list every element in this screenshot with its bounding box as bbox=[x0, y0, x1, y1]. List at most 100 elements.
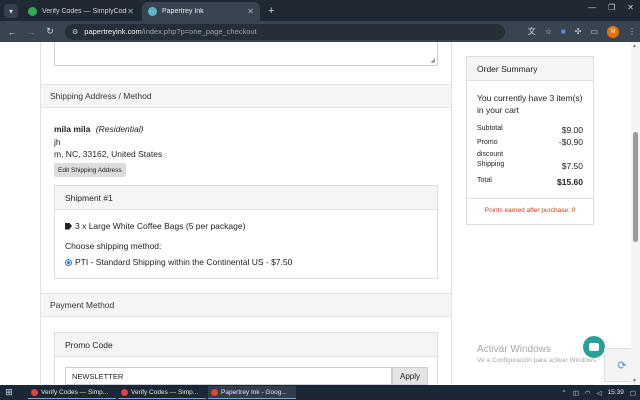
shipping-section-header: Shipping Address / Method bbox=[41, 84, 451, 108]
shipping-method-radio[interactable] bbox=[65, 258, 72, 266]
system-tray: ⌃ ◫ ◠ ◁ 15:39 ▢ bbox=[561, 389, 640, 397]
tab-label: Verify Codes — SimplyCodes bbox=[42, 8, 128, 15]
comments-textarea[interactable]: ◢ bbox=[54, 42, 438, 66]
notifications-icon[interactable]: ▢ bbox=[630, 389, 636, 397]
summary-title: Order Summary bbox=[477, 63, 538, 74]
chrome-icon bbox=[121, 388, 128, 396]
address-line-1: jh bbox=[54, 137, 61, 147]
chat-button[interactable] bbox=[583, 336, 605, 358]
promo-header: Promo Code bbox=[55, 333, 437, 357]
network-icon[interactable]: ◫ bbox=[573, 389, 579, 397]
taskbar-item[interactable]: Verify Codes — Simp... bbox=[28, 386, 116, 399]
order-summary-header: Order Summary bbox=[467, 57, 593, 81]
shipping-method-label: PTI - Standard Shipping within the Conti… bbox=[75, 257, 293, 267]
summary-divider bbox=[467, 198, 593, 199]
promo-code-box: Promo Code Apply bbox=[54, 332, 438, 385]
chrome-icon bbox=[211, 388, 218, 396]
url-path: /index.php?p=one_page_checkout bbox=[141, 27, 257, 36]
summary-value: -$0.90 bbox=[558, 137, 583, 147]
close-icon[interactable]: ✕ bbox=[247, 7, 254, 16]
item-text: 3 x Large White Coffee Bags (5 per packa… bbox=[75, 221, 246, 231]
points-earned: Points earned after purchase: 0 bbox=[484, 207, 576, 214]
volume-icon[interactable]: ◁ bbox=[597, 389, 602, 397]
shipping-method-option[interactable]: PTI - Standard Shipping within the Conti… bbox=[65, 257, 292, 267]
minimize-button[interactable]: — bbox=[588, 3, 596, 12]
chrome-icon bbox=[31, 388, 38, 396]
checkout-main-column: ◢ Shipping Address / Method mila mila (R… bbox=[40, 42, 452, 385]
scroll-up-icon[interactable]: ▲ bbox=[632, 43, 637, 49]
summary-label: Subtotal bbox=[477, 125, 503, 132]
tab-papertrey-ink[interactable]: Papertrey Ink ✕ bbox=[142, 2, 260, 21]
papertrey-favicon-icon bbox=[148, 7, 157, 16]
close-window-button[interactable]: ✕ bbox=[627, 3, 634, 12]
wifi-icon[interactable]: ◠ bbox=[585, 389, 591, 397]
order-summary: Order Summary You currently have 3 item(… bbox=[466, 56, 594, 225]
summary-value: $7.50 bbox=[561, 161, 583, 171]
browser-tab-strip: ▾ Verify Codes — SimplyCodes ✕ Papertrey… bbox=[0, 0, 640, 21]
tag-icon bbox=[65, 222, 72, 230]
translate-icon[interactable]: 文 bbox=[528, 26, 536, 37]
scrollbar-thumb[interactable] bbox=[633, 132, 638, 242]
summary-row-subtotal: Subtotal $9.00 bbox=[477, 125, 583, 135]
promo-code-input[interactable] bbox=[65, 367, 392, 385]
address-line-2: m, NC, 33162, United States bbox=[54, 149, 163, 159]
new-tab-button[interactable]: + bbox=[268, 5, 274, 17]
taskbar-item[interactable]: Verify Codes — Simp... bbox=[118, 386, 206, 399]
summary-label: Shipping bbox=[477, 161, 505, 168]
more-menu-icon[interactable]: ⋮ bbox=[628, 27, 636, 36]
forward-arrow-icon[interactable]: → bbox=[23, 27, 39, 37]
resize-grip-icon[interactable]: ◢ bbox=[430, 57, 435, 64]
summary-row-promo: Promo discount -$0.90 bbox=[477, 137, 583, 161]
summary-row-shipping: Shipping $7.50 bbox=[477, 161, 583, 171]
shipment-header: Shipment #1 bbox=[55, 186, 437, 210]
address-bar[interactable]: ⚙ papertreyink.com /index.php?p=one_page… bbox=[65, 23, 505, 40]
tab-verify-codes[interactable]: Verify Codes — SimplyCodes ✕ bbox=[22, 2, 140, 21]
page-scrollbar[interactable]: ▲ ▼ bbox=[631, 42, 640, 385]
summary-label: Promo discount bbox=[477, 139, 504, 158]
cart-count-note: You currently have 3 item(s) in your car… bbox=[477, 93, 583, 115]
activation-title: Activar Windows bbox=[477, 344, 551, 355]
profile-avatar[interactable]: M bbox=[607, 25, 619, 38]
maximize-button[interactable]: ❐ bbox=[608, 3, 615, 12]
close-icon[interactable]: ✕ bbox=[127, 7, 134, 16]
name-text: mila mila bbox=[54, 124, 91, 134]
windows-activation-watermark: Activar Windows Ve a Configuración para … bbox=[477, 344, 598, 364]
toolbar-actions: 文 ☆ ■ ✣ ▭ M ⋮ bbox=[528, 25, 636, 38]
reload-icon[interactable]: ↻ bbox=[42, 26, 58, 37]
choose-shipping-label: Choose shipping method: bbox=[65, 241, 162, 251]
section-title: Shipping Address / Method bbox=[50, 91, 152, 101]
clock[interactable]: 15:39 bbox=[608, 389, 624, 396]
scroll-down-icon[interactable]: ▼ bbox=[632, 378, 637, 384]
bookmark-star-icon[interactable]: ☆ bbox=[545, 27, 552, 36]
simplycodes-favicon-icon bbox=[28, 7, 37, 16]
tab-search-button[interactable]: ▾ bbox=[4, 4, 18, 18]
taskbar-item-label: Papertrey Ink - Goog... bbox=[221, 388, 287, 396]
window-controls: — ❐ ✕ bbox=[588, 3, 634, 12]
address-type: (Residential) bbox=[95, 124, 144, 134]
summary-label: Total bbox=[477, 177, 492, 184]
windows-taskbar: ⊞ Verify Codes — Simp... Verify Codes — … bbox=[0, 385, 640, 400]
summary-value: $9.00 bbox=[561, 125, 583, 135]
shipment-title: Shipment #1 bbox=[65, 192, 113, 203]
recaptcha-icon: ⟳ bbox=[617, 359, 627, 372]
windows-start-icon[interactable]: ⊞ bbox=[0, 387, 18, 398]
promo-title: Promo Code bbox=[65, 339, 113, 350]
shipping-name: mila mila (Residential) bbox=[54, 124, 143, 134]
tray-chevron-icon[interactable]: ⌃ bbox=[561, 389, 566, 397]
activation-subtitle: Ve a Configuración para activar Windows. bbox=[477, 357, 598, 364]
back-arrow-icon[interactable]: ← bbox=[4, 27, 20, 37]
site-info-icon[interactable]: ⚙ bbox=[72, 28, 78, 36]
chat-icon bbox=[589, 343, 599, 351]
apply-promo-button[interactable]: Apply bbox=[392, 367, 428, 385]
taskbar-item[interactable]: Papertrey Ink - Goog... bbox=[208, 386, 296, 399]
edit-shipping-address-button[interactable]: Edit Shipping Address bbox=[54, 163, 126, 177]
taskbar-item-label: Verify Codes — Simp... bbox=[131, 388, 199, 396]
page-content: ◢ Shipping Address / Method mila mila (R… bbox=[0, 42, 640, 385]
summary-value: $15.60 bbox=[557, 177, 583, 187]
puzzle-extensions-icon[interactable]: ✣ bbox=[575, 27, 582, 36]
taskbar-item-label: Verify Codes — Simp... bbox=[41, 388, 109, 396]
url-host: papertreyink.com bbox=[84, 27, 142, 36]
extension-icon[interactable]: ■ bbox=[561, 27, 566, 36]
section-title: Payment Method bbox=[50, 300, 115, 310]
side-panel-icon[interactable]: ▭ bbox=[590, 27, 598, 36]
